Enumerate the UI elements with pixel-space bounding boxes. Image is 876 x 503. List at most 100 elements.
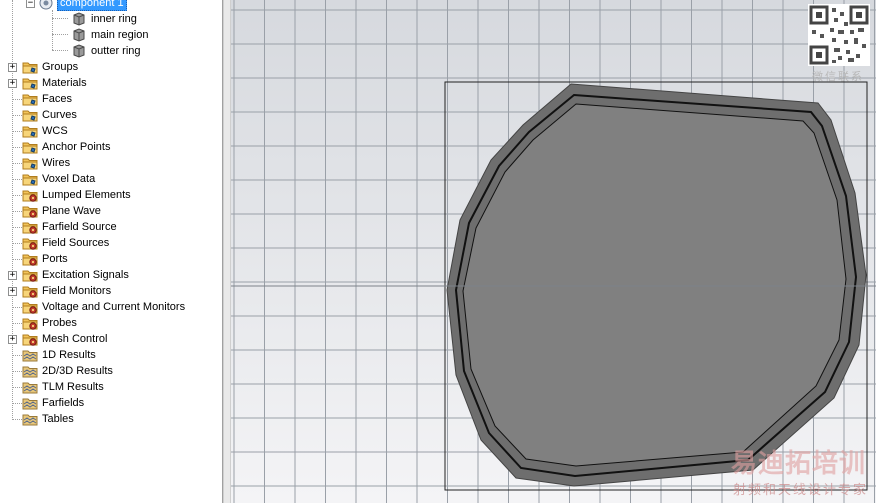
tree-label: main region [91,29,149,41]
tree-item-farfields[interactable]: Farfields [22,395,85,411]
gear-folder-icon [22,203,38,219]
tree-label: Ports [42,253,68,265]
tree-guide-line [12,227,22,228]
tree-label: Plane Wave [42,205,101,217]
tree-item-plane-wave[interactable]: Plane Wave [22,203,102,219]
tree-guide-line [12,323,22,324]
tree-guide-line [12,115,22,116]
expand-toggle[interactable]: + [8,63,17,72]
gear-folder-icon [22,251,38,267]
gear-folder-icon [22,267,38,283]
tree-item-wcs[interactable]: WCS [22,123,69,139]
folder-icon [22,107,38,123]
folder-icon [22,91,38,107]
tree-guide-line [12,387,22,388]
tree-item-voltage-and-current-monitors[interactable]: Voltage and Current Monitors [22,299,186,315]
tree-guide-line [12,211,22,212]
gear-folder-icon [22,331,38,347]
tree-item-anchor-points[interactable]: Anchor Points [22,139,111,155]
tree-item-probes[interactable]: Probes [22,315,78,331]
tree-item-component[interactable]: − component 1 [26,0,127,11]
tree-label: Voxel Data [42,173,96,185]
tree-item-field-monitors[interactable]: Field Monitors [22,283,112,299]
viewport-canvas[interactable] [231,0,876,503]
tree-label: 2D/3D Results [42,365,113,377]
tree-item-excitation-signals[interactable]: Excitation Signals [22,267,130,283]
tree-label: Probes [42,317,77,329]
tree-item-2d-3d-results[interactable]: 2D/3D Results [22,363,114,379]
qr-caption: 微信联系 [812,71,864,83]
tree-label: Curves [42,109,77,121]
tree-label: Materials [42,77,87,89]
tree-guide-line [52,50,68,51]
tree-item-lumped-elements[interactable]: Lumped Elements [22,187,132,203]
tree-item-solid[interactable]: main region [71,27,149,43]
tree-item-solid[interactable]: inner ring [71,11,138,27]
tree-item-farfield-source[interactable]: Farfield Source [22,219,118,235]
results-folder-icon [22,379,38,395]
panel-splitter[interactable] [223,0,231,503]
gear-folder-icon [22,299,38,315]
folder-icon [22,155,38,171]
tree-guide-line [12,259,22,260]
tree-label: Lumped Elements [42,189,131,201]
tree-label: Farfields [42,397,85,409]
tree-guide-line [12,371,22,372]
tree-label: outter ring [91,45,141,57]
tree-guide-line [12,147,22,148]
tree-label: WCS [42,125,68,137]
tree-item-field-sources[interactable]: Field Sources [22,235,110,251]
tree-item-tables[interactable]: Tables [22,411,75,427]
gear-folder-icon [22,219,38,235]
expand-toggle[interactable]: + [8,287,17,296]
gear-folder-icon [22,315,38,331]
tree-item-groups[interactable]: Groups [22,59,79,75]
tree-guide-line [12,195,22,196]
tree-item-wires[interactable]: Wires [22,155,71,171]
tree-guide-line [12,179,22,180]
tree-guide-line [12,355,22,356]
component-icon [38,0,54,11]
folder-icon [22,59,38,75]
expand-toggle[interactable]: + [8,335,17,344]
tree-item-tlm-results[interactable]: TLM Results [22,379,105,395]
tree-guide-line [52,10,53,50]
tree-item-voxel-data[interactable]: Voxel Data [22,171,96,187]
tree-item-mesh-control[interactable]: Mesh Control [22,331,108,347]
tree-label: inner ring [91,13,137,25]
tree-guide-line [12,307,22,308]
tree-label: Anchor Points [42,141,111,153]
tree-label: Excitation Signals [42,269,129,281]
navigation-tree[interactable]: − component 1 inner ring main region outte… [0,0,223,503]
tree-label: 1D Results [42,349,96,361]
folder-icon [22,139,38,155]
tree-guide-line [12,99,22,100]
tree-item-curves[interactable]: Curves [22,107,78,123]
tree-label: Farfield Source [42,221,117,233]
gear-folder-icon [22,283,38,299]
expand-toggle[interactable]: + [8,79,17,88]
tree-item-solid[interactable]: outter ring [71,43,142,59]
solid-cube-icon [71,27,87,43]
tree-item-1d-results[interactable]: 1D Results [22,347,97,363]
tree-item-materials[interactable]: Materials [22,75,88,91]
expand-toggle[interactable]: + [8,271,17,280]
solid-cube-icon [71,11,87,27]
results-folder-icon [22,411,38,427]
tree-label: Wires [42,157,71,169]
tree-label: TLM Results [42,381,104,393]
qr-code-image [808,4,870,66]
results-folder-icon [22,347,38,363]
results-folder-icon [22,395,38,411]
watermark-subtitle: 射频和天线设计专家 [732,483,868,498]
tree-item-faces[interactable]: Faces [22,91,73,107]
folder-icon [22,75,38,91]
tree-label: Voltage and Current Monitors [42,301,186,313]
collapse-toggle[interactable]: − [26,0,35,8]
tree-label: Tables [42,413,74,425]
tree-label: Field Sources [42,237,110,249]
tree-guide-line [12,403,22,404]
tree-guide-line [12,243,22,244]
tree-item-ports[interactable]: Ports [22,251,69,267]
3d-viewport[interactable]: 微信联系 易迪拓培训 射频和天线设计专家 [231,0,876,503]
